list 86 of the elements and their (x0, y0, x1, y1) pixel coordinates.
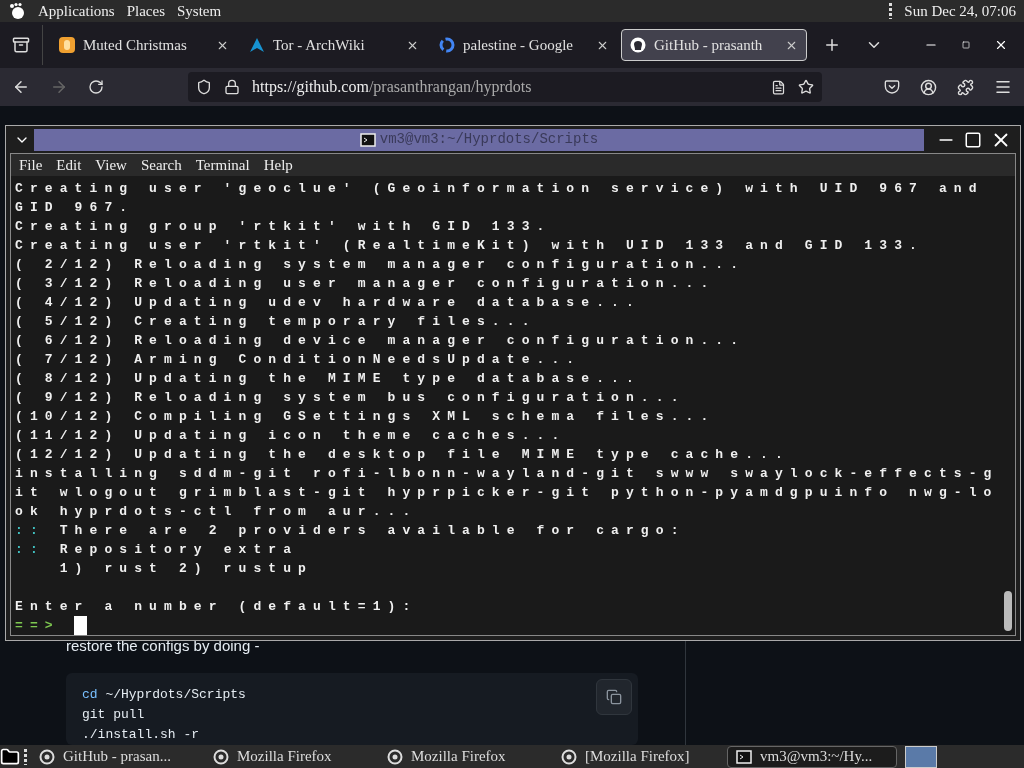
terminal-line: ( 9/12) Reloading system bus configuration... (15, 389, 686, 408)
url-text: https://github.com/prasanthrangan/hyprdots (252, 77, 533, 98)
terminal-line: ok hyprdots-ctl from aur... (15, 503, 418, 522)
tab-list-icon[interactable] (12, 36, 30, 54)
taskbar-button[interactable]: [Mozilla Firefox] (553, 745, 723, 768)
reload-icon[interactable] (88, 79, 104, 95)
code-line: ./install.sh -r (82, 726, 200, 744)
grip-icon (24, 748, 27, 765)
terminal-line: Creating user 'geoclue' (Geoinformation service) with UID 967 and (15, 180, 984, 199)
panel-clock[interactable]: Sun Dec 24, 07:06 (904, 0, 1016, 23)
url-field[interactable]: https://github.com/prasanthrangan/hyprdots (188, 72, 822, 102)
terminal-line: (12/12) Updating the desktop file MIME type cache... (15, 446, 790, 465)
terminal-line: ( 5/12) Creating temporary files... (15, 313, 537, 332)
panel-menu[interactable]: System (177, 0, 222, 23)
terminal-line: ( 6/12) Reloading device manager configuration... (15, 332, 746, 351)
tab-title: palestine - Google (463, 35, 574, 55)
browser-tab[interactable]: GitHub - prasanth (621, 29, 807, 61)
terminal-line: ( 7/12) Arming ConditionNeedsUpdate... (15, 351, 582, 370)
maximize-icon[interactable] (964, 130, 982, 149)
prompt-arrow: ==> (15, 617, 60, 636)
menu-item[interactable]: Terminal (195, 153, 250, 177)
flame-icon (59, 37, 75, 53)
menu-item[interactable]: Search (140, 153, 182, 177)
taskbar-button[interactable]: vm3@vm3:~/Hy... (727, 745, 897, 768)
terminal-line: There are 2 providers available for cargo: (58, 522, 686, 541)
terminal-line: ( 4/12) Updating udev hardware database... (15, 294, 641, 313)
tab-title: Muted Christmas (83, 35, 188, 55)
terminal-line: (11/12) Updating icon theme caches... (15, 427, 567, 446)
output-marker: :: (15, 541, 45, 560)
copy-button[interactable] (596, 679, 632, 715)
firefox-icon (561, 748, 577, 765)
menu-icon[interactable] (994, 78, 1012, 96)
page-text: restore the configs by doing - (66, 635, 261, 656)
tab-title: GitHub - prasanth (654, 35, 764, 55)
extensions-icon[interactable] (957, 78, 974, 96)
firefox-icon (39, 748, 55, 765)
firefox-icon (387, 748, 403, 765)
terminal-line: ( 3/12) Reloading user manager configuration... (15, 275, 716, 294)
output-marker: :: (15, 522, 45, 541)
code-line: git pull (82, 706, 145, 724)
terminal-line: Repository extra (58, 541, 299, 560)
terminal-line: it wlogout grimblast-git hyprpicker-git python-pyamdgpuinfo nwg-lo (15, 484, 999, 503)
show-desktop-icon[interactable] (0, 746, 20, 767)
browser-tab[interactable]: palestine - Google (431, 29, 617, 61)
arch-icon (249, 37, 265, 53)
terminal-line: installing sddm-git rofi-lbonn-wayland-git swww swaylock-effects-g (15, 465, 999, 484)
firefox-icon (213, 748, 229, 765)
bookmark-star-icon[interactable] (798, 79, 814, 95)
reader-icon[interactable] (771, 79, 786, 95)
forward-icon[interactable] (50, 78, 68, 96)
terminal-icon (736, 748, 752, 765)
back-icon[interactable] (12, 78, 30, 96)
terminal-icon (359, 131, 376, 148)
menu-item[interactable]: Edit (56, 153, 82, 177)
browser-tab[interactable]: Muted Christmas (51, 29, 237, 61)
grip-icon (889, 3, 893, 19)
taskbar-button[interactable]: Mozilla Firefox (379, 745, 549, 768)
menu-item[interactable]: File (19, 153, 43, 177)
terminal-line: 1) rust 2) rustup (58, 560, 314, 579)
terminal-line: GID 967. (15, 199, 135, 218)
terminal-line: ( 2/12) Reloading system manager configuration... (15, 256, 746, 275)
code-line: cd ~/Hyprdots/Scripts (82, 686, 246, 704)
lock-icon (224, 79, 240, 95)
cursor (73, 616, 87, 636)
taskbar-button[interactable]: Mozilla Firefox (205, 745, 375, 768)
close-icon[interactable] (994, 38, 1008, 52)
copy-icon (606, 689, 622, 705)
taskbar-button[interactable]: GitHub - prasan... (31, 745, 201, 768)
terminal-line: (10/12) Compiling GSettings XML schema files... (15, 408, 716, 427)
workspace-switcher[interactable] (905, 745, 937, 768)
terminal-line: Enter a number (default=1): (15, 598, 418, 617)
terminal-line: Creating group 'rtkit' with GID 133. (15, 218, 552, 237)
tab-title: Tor - ArchWiki (273, 35, 366, 55)
panel-menu[interactable]: Applications (38, 0, 115, 23)
new-tab-icon[interactable] (823, 36, 841, 54)
menu-item[interactable]: View (95, 153, 127, 177)
menu-item[interactable]: Help (263, 153, 293, 177)
browser-tab[interactable]: Tor - ArchWiki (241, 29, 427, 61)
panel-menu[interactable]: Places (126, 0, 165, 23)
foot-icon (8, 2, 26, 20)
terminal-line: ( 8/12) Updating the MIME type database... (15, 370, 641, 389)
shield-icon (196, 79, 212, 95)
window-title: vm3@vm3:~/Hyprdots/Scripts (379, 130, 599, 150)
account-icon[interactable] (920, 78, 937, 96)
pocket-icon[interactable] (884, 79, 900, 95)
terminal-line: Creating user 'rtkit' (RealtimeKit) with UID 133 and GID 133. (15, 237, 924, 256)
